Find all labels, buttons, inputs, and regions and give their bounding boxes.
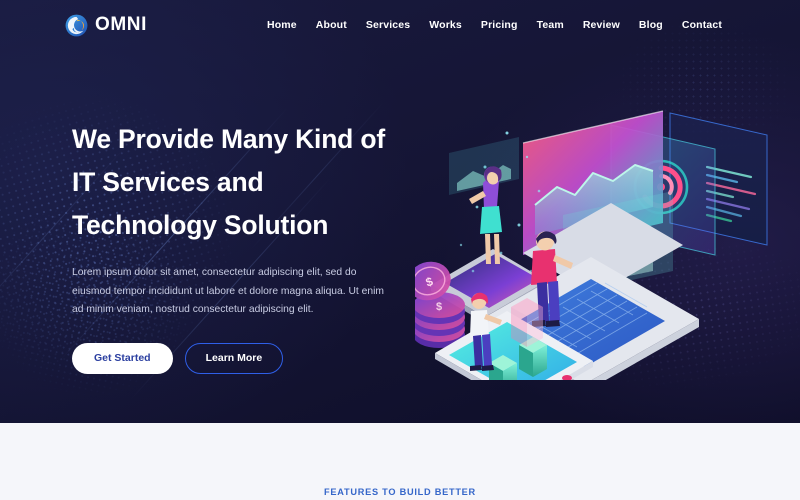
headline-line-1: We Provide Many Kind of (72, 124, 385, 154)
features-section: FEATURES TO BUILD BETTER (0, 423, 800, 500)
hero-section: $ $ OMNI Home About Services Works Prici… (0, 0, 800, 423)
main-navigation: Home About Services Works Pricing Team R… (267, 19, 722, 31)
nav-item-home[interactable]: Home (267, 19, 297, 31)
nav-item-blog[interactable]: Blog (639, 19, 663, 31)
nav-item-review[interactable]: Review (583, 19, 620, 31)
hero-copy: We Provide Many Kind of IT Services and … (72, 118, 412, 374)
nav-item-works[interactable]: Works (429, 19, 462, 31)
logo[interactable]: OMNI (65, 14, 147, 37)
svg-text:$: $ (436, 301, 442, 313)
headline-line-3: Technology Solution (72, 210, 329, 240)
nav-item-services[interactable]: Services (366, 19, 410, 31)
landing-page: $ $ OMNI Home About Services Works Prici… (0, 0, 800, 500)
page-title: We Provide Many Kind of IT Services and … (72, 118, 412, 247)
learn-more-button[interactable]: Learn More (184, 342, 284, 374)
isometric-technology-illustration: $ $ (415, 95, 790, 380)
hero-cta-group: Get Started Learn More (72, 342, 412, 374)
headline-line-2: IT Services and (72, 167, 264, 197)
nav-item-team[interactable]: Team (537, 19, 564, 31)
swirl-circle-logo-icon (65, 14, 88, 36)
nav-item-contact[interactable]: Contact (682, 19, 722, 31)
features-eyebrow-label: FEATURES TO BUILD BETTER (324, 487, 476, 497)
site-header: OMNI Home About Services Works Pricing T… (0, 0, 800, 50)
logo-text: OMNI (95, 14, 148, 35)
nav-item-pricing[interactable]: Pricing (481, 19, 518, 31)
hero-paragraph: Lorem ipsum dolor sit amet, consectetur … (72, 267, 384, 315)
nav-item-about[interactable]: About (316, 19, 347, 31)
get-started-button[interactable]: Get Started (72, 342, 173, 374)
